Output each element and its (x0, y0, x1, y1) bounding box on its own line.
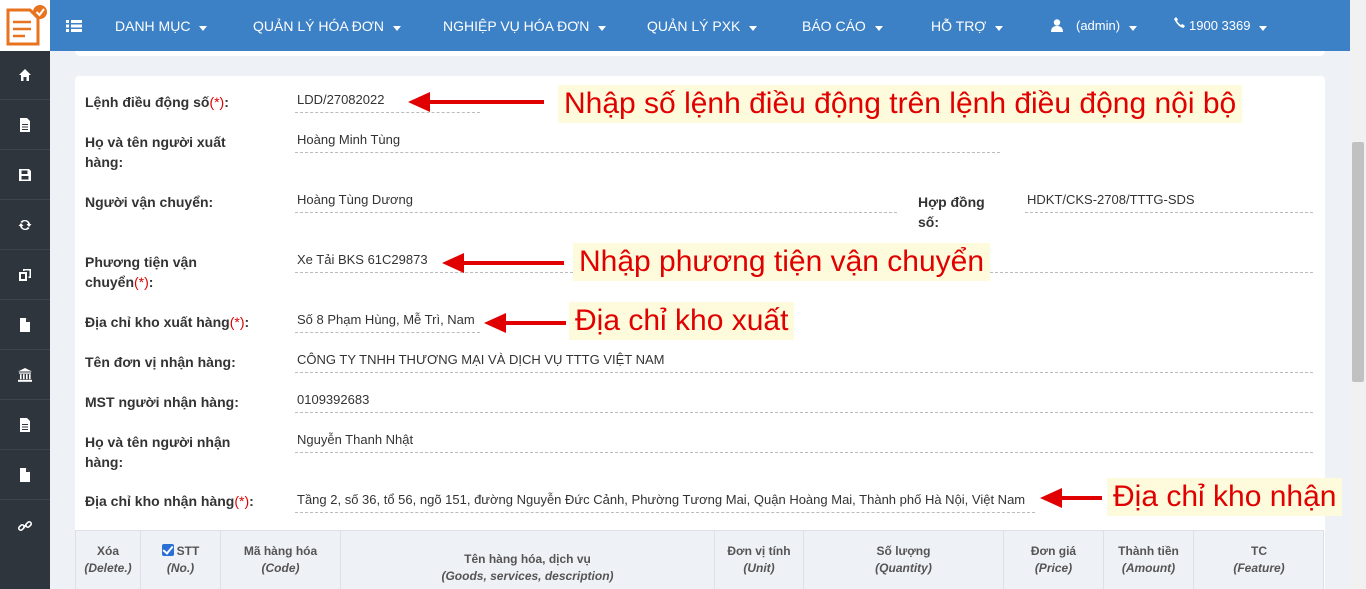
top-navbar: DANH MỤC QUẢN LÝ HÓA ĐƠN NGHIỆP VỤ HÓA Đ… (0, 0, 1350, 51)
user-icon (1051, 19, 1063, 32)
bank-icon (18, 368, 32, 382)
phone-icon (1174, 17, 1185, 28)
col-delete: Xóa (Delete.) (76, 531, 141, 589)
col-feature: TC (Feature) (1233, 544, 1285, 575)
file-icon (20, 318, 30, 332)
annotation-arrow-phuong-tien (442, 253, 564, 273)
top-panel-edge (75, 51, 1325, 56)
sidebar-item-document[interactable] (0, 301, 50, 350)
app-logo[interactable] (0, 0, 50, 51)
nguoi-nhan-label: Họ và tên người nhận hàng: (85, 434, 231, 470)
caret-down-icon (874, 25, 883, 31)
page-scrollbar[interactable] (1350, 0, 1366, 589)
nguoi-xuat-hang-input[interactable]: Hoàng Minh Tùng (295, 127, 1000, 153)
sidebar-item-invoice[interactable] (0, 101, 50, 150)
hotline-menu[interactable]: 1900 3369 (1174, 0, 1268, 51)
scrollbar-thumb[interactable] (1352, 142, 1364, 382)
nav-quan-ly-pxk[interactable]: QUẢN LÝ PXK (647, 0, 758, 51)
sidebar-item-file[interactable] (0, 451, 50, 500)
caret-down-icon (1129, 25, 1138, 31)
lenh-dieu-dong-label: Lệnh điều động số(*): (85, 94, 229, 110)
caret-down-icon (995, 25, 1004, 31)
phuong-tien-label: Phương tiện vận chuyển(*): (85, 254, 197, 290)
annotation-arrow-lenh (408, 92, 544, 112)
caret-down-icon (749, 25, 758, 31)
col-unit: Đơn vị tính (Unit) (715, 531, 804, 589)
nav-danh-muc[interactable]: DANH MỤC (115, 0, 208, 51)
app-window: DANH MỤC QUẢN LÝ HÓA ĐƠN NGHIỆP VỤ HÓA Đ… (0, 0, 1366, 589)
nguoi-nhan-input[interactable]: Nguyễn Thanh Nhật (295, 427, 1313, 453)
kho-xuat-label: Địa chỉ kho xuất hàng(*): (85, 314, 250, 330)
hamburger-icon (66, 19, 82, 32)
caret-down-icon (1259, 25, 1268, 31)
annotation-arrow-kho-xuat (484, 313, 566, 333)
file-text-icon (20, 118, 30, 132)
col-description: Tên hàng hóa, dịch vụ (Goods, services, d… (341, 531, 715, 589)
hop-dong-so-label: Hợp đồng số: (918, 194, 985, 230)
sidebar-item-save[interactable] (0, 151, 50, 200)
nguoi-van-chuyen-label: Người vận chuyển: (85, 194, 214, 210)
col-code: Mã hàng hóa (Code) (221, 531, 341, 589)
goods-table-header: Xóa (Delete.) STT (No.) Mã hàng hóa (Code) … (75, 530, 1324, 589)
annotation-phuong-tien: Nhập phương tiện vận chuyển (573, 243, 991, 281)
annotation-arrow-kho-nhan (1040, 488, 1102, 508)
mst-nhan-input[interactable]: 0109392683 (295, 387, 1313, 413)
sidebar-item-copy[interactable] (0, 251, 50, 300)
save-icon (19, 169, 31, 181)
mst-nhan-label: MST người nhận hàng: (85, 394, 239, 410)
don-vi-nhan-label: Tên đơn vị nhận hàng: (85, 354, 236, 370)
sidebar-item-sync[interactable] (0, 201, 50, 250)
annotation-kho-xuat: Địa chỉ kho xuất (569, 302, 795, 340)
nav-ho-tro[interactable]: HỖ TRỢ (931, 0, 1004, 51)
annotation-lenh: Nhập số lệnh điều động trên lệnh điều độ… (558, 85, 1243, 123)
caret-down-icon (598, 25, 607, 31)
col-amount: Thành tiền (Amount) (1104, 531, 1194, 589)
menu-toggle-button[interactable] (66, 0, 82, 51)
nav-bao-cao[interactable]: BÁO CÁO (802, 0, 883, 51)
hop-dong-so-input[interactable]: HDKT/CKS-2708/TTTG-SDS (1025, 187, 1313, 213)
sidebar-item-link[interactable] (0, 501, 50, 550)
caret-down-icon (199, 25, 208, 31)
select-all-checkbox[interactable] (161, 544, 174, 556)
file-icon (20, 468, 30, 482)
nguoi-xuat-hang-label: Họ và tên người xuất hàng: (85, 134, 226, 170)
file-text-icon (20, 418, 30, 432)
logo-icon (6, 5, 47, 46)
nav-nghiep-vu-hoa-don[interactable]: NGHIỆP VỤ HÓA ĐƠN (443, 0, 607, 51)
left-sidebar (0, 51, 50, 589)
col-quantity: Số lượng (Quantity) (804, 531, 1004, 589)
col-price: Đơn giá (Price) (1004, 531, 1104, 589)
don-vi-nhan-input[interactable]: CÔNG TY TNHH THƯƠNG MẠI VÀ DỊCH VỤ TTTG … (295, 347, 1313, 373)
caret-down-icon (393, 25, 402, 31)
kho-nhan-input[interactable]: Tầng 2, số 36, tổ 56, ngõ 151, đường Ngu… (295, 487, 1035, 513)
sidebar-item-home[interactable] (0, 51, 50, 100)
link-icon (18, 520, 32, 531)
kho-nhan-label: Địa chỉ kho nhận hàng(*): (85, 493, 254, 509)
home-icon (19, 69, 31, 81)
kho-xuat-input[interactable]: Số 8 Phạm Hùng, Mễ Trì, Nam (295, 307, 480, 333)
refresh-icon (18, 219, 32, 231)
annotation-kho-nhan: Địa chỉ kho nhận (1107, 478, 1343, 516)
user-menu[interactable]: (admin) (1051, 0, 1138, 51)
col-stt[interactable]: STT (No.) (141, 531, 221, 589)
copy-icon (19, 269, 31, 281)
sidebar-item-report[interactable] (0, 401, 50, 450)
nav-quan-ly-hoa-don[interactable]: QUẢN LÝ HÓA ĐƠN (253, 0, 402, 51)
nguoi-van-chuyen-input[interactable]: Hoàng Tùng Dương (295, 187, 897, 213)
sidebar-item-bank[interactable] (0, 351, 50, 400)
